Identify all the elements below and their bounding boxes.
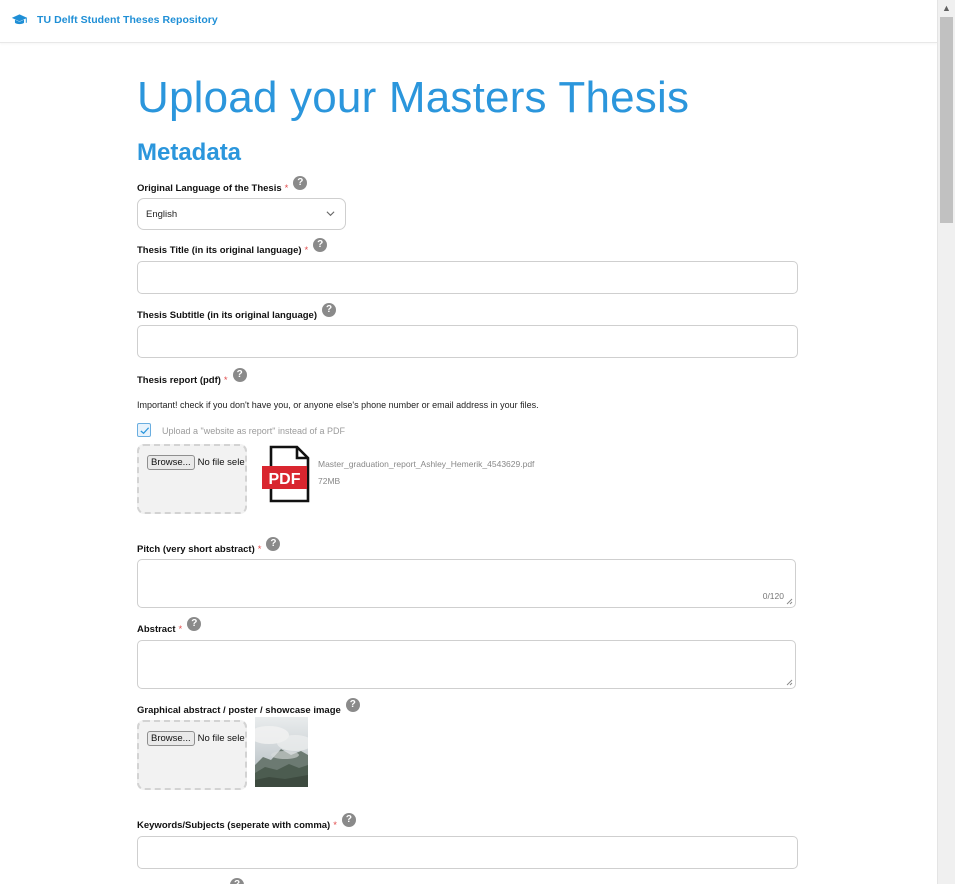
help-icon[interactable]: ?	[187, 617, 202, 631]
privacy-note: Important! check if you don't have you, …	[137, 400, 539, 410]
help-icon[interactable]: ?	[293, 176, 308, 190]
keywords-label-text: Keywords/Subjects (seperate with comma)	[137, 819, 331, 831]
language-label-text: Original Language of the Thesis	[137, 182, 282, 194]
thesis-title-input[interactable]	[137, 261, 798, 294]
keywords-input[interactable]	[137, 836, 798, 869]
required-mark: *	[333, 819, 337, 831]
resize-grip-icon[interactable]	[786, 679, 793, 686]
graphical-abstract-label-text: Graphical abstract / poster / showcase i…	[137, 704, 341, 716]
abstract-label-text: Abstract	[137, 623, 176, 635]
brand-link[interactable]: TU Delft Student Theses Repository	[11, 13, 218, 27]
help-icon[interactable]: ?	[232, 368, 247, 382]
abstract-textarea[interactable]	[137, 640, 796, 689]
language-select[interactable]: English	[137, 198, 346, 230]
uploaded-file-size: 72MB	[318, 476, 341, 486]
graduation-cap-icon	[11, 14, 28, 25]
pitch-textarea[interactable]: 0/120	[137, 559, 796, 608]
thesis-report-label: Thesis report (pdf) * ?	[137, 368, 247, 387]
checkmark-icon	[140, 427, 150, 435]
help-icon[interactable]: ?	[313, 238, 328, 252]
required-mark: *	[304, 244, 309, 256]
thesis-title-label-text: Thesis Title (in its original language)	[137, 244, 302, 256]
page-title: Upload your Masters Thesis	[137, 73, 690, 122]
scrollbar-thumb[interactable]	[940, 17, 953, 223]
required-mark: *	[223, 374, 228, 386]
scroll-up-arrow-icon[interactable]: ▲	[938, 0, 955, 17]
chevron-down-icon	[326, 211, 335, 217]
thesis-report-label-text: Thesis report (pdf)	[137, 374, 221, 386]
language-selected-value: English	[146, 209, 178, 220]
showcase-image-thumbnail	[255, 717, 308, 787]
keywords-label: Keywords/Subjects (seperate with comma) …	[137, 813, 356, 832]
help-icon[interactable]: ?	[322, 303, 336, 317]
help-icon[interactable]: ?	[230, 878, 244, 884]
pitch-label: Pitch (very short abstract) * ?	[137, 537, 281, 556]
help-icon[interactable]: ?	[345, 698, 360, 712]
thesis-subtitle-input[interactable]	[137, 325, 798, 358]
image-no-file-text: No file selected.	[197, 733, 245, 744]
required-mark: *	[178, 623, 183, 635]
abstract-label: Abstract * ?	[137, 617, 202, 636]
report-no-file-text: No file selected.	[197, 457, 245, 468]
required-mark: *	[257, 543, 262, 555]
graphical-abstract-label: Graphical abstract / poster / showcase i…	[137, 698, 360, 717]
pdf-icon-text: PDF	[269, 471, 301, 488]
mountain-photo	[255, 717, 308, 787]
help-icon[interactable]: ?	[266, 537, 281, 551]
report-browse-button[interactable]: Browse...	[147, 455, 195, 470]
thesis-subtitle-label-text: Thesis Subtitle (in its original languag…	[137, 309, 317, 321]
image-browse-button[interactable]: Browse...	[147, 731, 195, 746]
required-mark: *	[284, 182, 289, 194]
website-as-report-checkbox[interactable]	[137, 423, 151, 437]
vertical-scrollbar[interactable]: ▲	[937, 0, 955, 884]
thesis-subtitle-label: Thesis Subtitle (in its original languag…	[137, 303, 336, 322]
uploaded-file-name: Master_graduation_report_Ashley_Hemerik_…	[318, 459, 535, 469]
website-as-report-label[interactable]: Upload a "website as report" instead of …	[162, 426, 345, 436]
pitch-label-text: Pitch (very short abstract)	[137, 543, 255, 555]
resize-grip-icon[interactable]	[786, 598, 793, 605]
image-file-dropzone[interactable]: Browse... No file selected.	[137, 720, 247, 790]
top-navbar: TU Delft Student Theses Repository	[0, 0, 937, 43]
pdf-file-icon: PDF	[262, 445, 310, 503]
help-icon[interactable]: ?	[341, 813, 356, 827]
section-title-metadata: Metadata	[137, 139, 242, 166]
report-file-dropzone[interactable]: Browse... No file selected.	[137, 444, 247, 514]
thesis-title-label: Thesis Title (in its original language) …	[137, 238, 328, 257]
language-label: Original Language of the Thesis * ?	[137, 176, 308, 195]
app-name: TU Delft Student Theses Repository	[37, 14, 218, 26]
pitch-char-counter: 0/120	[762, 591, 784, 601]
